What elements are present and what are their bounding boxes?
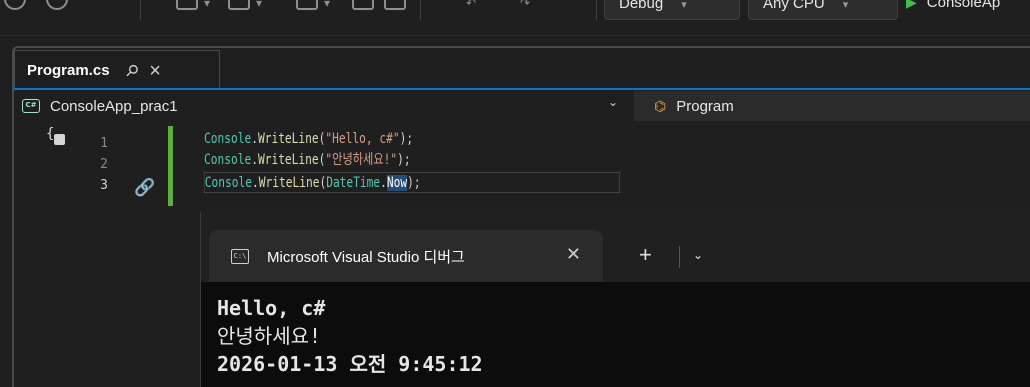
navigation-bar: C# ConsoleApp_prac1 ⌄ ⌬ Program	[14, 90, 1030, 122]
project-dropdown[interactable]: C# ConsoleApp_prac1	[22, 92, 638, 120]
new-tab-button[interactable]: +	[639, 242, 652, 268]
line-number: 2	[100, 157, 108, 172]
play-icon: ▶	[906, 0, 917, 10]
line-number: 3	[100, 178, 108, 193]
main-toolbar: ▾ ▾ ▾ ↶ ↷ Debug ▾ Any CPU ▾ ▶ ConsoleAp	[0, 0, 1030, 36]
class-name: Program	[676, 97, 734, 115]
open-folder-icon[interactable]	[296, 0, 318, 10]
console-output-line: 2026-01-13 오전 9:45:12	[217, 352, 483, 376]
change-tracking-bar	[168, 126, 173, 206]
console-tab-title: Microsoft Visual Studio 디버그	[267, 248, 465, 266]
code-token: (	[318, 152, 326, 168]
code-token: (	[318, 131, 326, 147]
chevron-down-icon[interactable]: ▾	[256, 0, 262, 10]
save-all-icon[interactable]	[384, 0, 406, 10]
close-icon[interactable]: ×	[149, 61, 161, 81]
new-project-icon[interactable]	[176, 0, 198, 10]
chevron-down-icon: ▾	[681, 0, 687, 11]
save-icon[interactable]	[352, 0, 374, 10]
console-output[interactable]: Hello, c# 안녕하세요! 2026-01-13 오전 9:45:12	[201, 282, 1030, 387]
back-icon[interactable]	[4, 0, 26, 10]
tab-program-cs[interactable]: Program.cs ⚲ ×	[14, 50, 220, 90]
link-icon[interactable]: 🔗	[134, 178, 155, 198]
platform-combo[interactable]: Any CPU ▾	[748, 0, 898, 20]
scope-icon: {	[46, 126, 65, 145]
csharp-project-icon: C#	[22, 99, 40, 113]
platform-value: Any CPU	[763, 0, 825, 12]
code-token: DateTime	[326, 175, 381, 191]
selected-token: Now	[386, 175, 408, 191]
code-token: (	[319, 175, 327, 191]
code-token: WriteLine	[257, 152, 319, 168]
chevron-down-icon[interactable]: ▾	[324, 0, 330, 10]
run-target-label: ConsoleAp	[926, 0, 1001, 11]
toolbar-separator	[420, 0, 421, 20]
code-token: );	[399, 131, 414, 147]
pin-icon[interactable]: ⚲	[120, 59, 142, 81]
command-prompt-icon: C:\	[231, 248, 249, 264]
code-token: );	[407, 175, 421, 191]
class-dropdown[interactable]: ⌬ Program	[634, 91, 1030, 121]
code-token: );	[397, 152, 411, 168]
configuration-value: Debug	[619, 0, 664, 12]
new-item-icon[interactable]	[228, 0, 250, 10]
code-token: Console	[204, 152, 252, 168]
class-icon: ⌬	[654, 97, 667, 114]
code-line-current[interactable]: Console.WriteLine(DateTime.Now);	[204, 172, 620, 193]
code-token: WriteLine	[257, 131, 319, 147]
code-token: Console	[204, 131, 252, 147]
start-debugging-button[interactable]: ▶ ConsoleAp	[906, 0, 1000, 20]
code-line[interactable]: Console.WriteLine("Hello, c#");	[204, 129, 413, 150]
debug-console-window: C:\ Microsoft Visual Studio 디버그 ✕ + ⌄ He…	[200, 212, 1030, 387]
redo-icon[interactable]: ↷	[520, 0, 530, 10]
code-token: Console	[204, 175, 253, 191]
toolbar-separator	[140, 0, 141, 20]
forward-icon[interactable]	[46, 0, 68, 10]
configuration-combo[interactable]: Debug ▾	[604, 0, 740, 20]
tab-label: Program.cs	[27, 62, 110, 79]
chevron-down-icon[interactable]: ⌄	[693, 248, 703, 262]
project-name: ConsoleApp_prac1	[50, 97, 178, 115]
code-token: "Hello, c#"	[325, 131, 400, 147]
tab-separator	[679, 246, 680, 268]
close-icon[interactable]: ✕	[566, 244, 581, 265]
toolbar-separator	[596, 0, 597, 20]
undo-icon[interactable]: ↶	[466, 0, 476, 10]
code-token: WriteLine	[258, 175, 320, 191]
console-tabstrip: C:\ Microsoft Visual Studio 디버그 ✕ + ⌄	[201, 212, 1030, 282]
chevron-down-icon[interactable]: ▾	[204, 0, 210, 10]
console-tab[interactable]: C:\ Microsoft Visual Studio 디버그 ✕	[209, 230, 603, 282]
console-output-line: 안녕하세요!	[217, 324, 322, 348]
code-line[interactable]: Console.WriteLine("안녕하세요!");	[204, 150, 411, 171]
line-number: 1	[100, 136, 108, 151]
code-token: "안녕하세요!"	[325, 152, 398, 168]
console-output-line: Hello, c#	[217, 296, 326, 320]
chevron-down-icon: ▾	[842, 0, 849, 11]
chevron-down-icon[interactable]: ⌄	[608, 95, 618, 109]
code-token: .	[380, 175, 387, 191]
